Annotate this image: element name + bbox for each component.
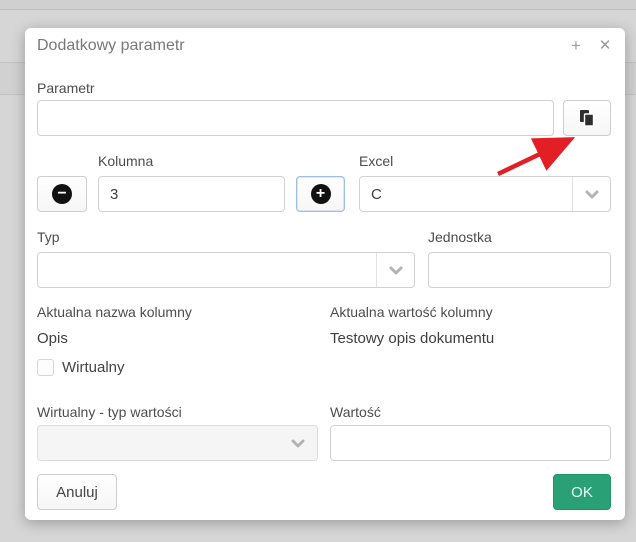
kolumna-label: Kolumna — [98, 153, 153, 169]
plus-circle-icon: + — [311, 184, 331, 204]
wirtualny-typ-dropdown — [37, 425, 318, 461]
parametr-label: Parametr — [37, 80, 95, 96]
cancel-button[interactable]: Anuluj — [37, 474, 117, 510]
aktualna-nazwa-label: Aktualna nazwa kolumny — [37, 304, 192, 320]
wartosc-input[interactable] — [330, 425, 611, 461]
excel-dropdown-value: C — [360, 186, 572, 203]
minus-circle-icon: − — [52, 184, 72, 204]
chevron-down-icon — [376, 253, 414, 287]
typ-label: Typ — [37, 229, 60, 245]
kolumna-increment-button[interactable]: + — [296, 176, 345, 212]
typ-dropdown[interactable] — [37, 252, 415, 288]
dialog-dodatkowy-parametr: Dodatkowy parametr + ✕ Parametr Kolumna … — [25, 28, 625, 520]
excel-dropdown[interactable]: C — [359, 176, 611, 212]
aktualna-wartosc-value: Testowy opis dokumentu — [330, 330, 494, 347]
wirtualny-typ-label: Wirtualny - typ wartości — [37, 404, 182, 420]
close-icon[interactable]: ✕ — [595, 36, 615, 56]
aktualna-nazwa-value: Opis — [37, 330, 68, 347]
background-table-row — [0, 0, 636, 10]
ok-button[interactable]: OK — [553, 474, 611, 510]
copy-button[interactable] — [563, 100, 611, 136]
plus-icon[interactable]: + — [566, 36, 586, 56]
jednostka-input[interactable] — [428, 252, 611, 288]
kolumna-input[interactable] — [98, 176, 285, 212]
excel-label: Excel — [359, 153, 393, 169]
chevron-down-icon — [572, 177, 610, 211]
wirtualny-checkbox[interactable] — [37, 359, 54, 376]
wirtualny-checkbox-label: Wirtualny — [62, 359, 125, 376]
jednostka-label: Jednostka — [428, 229, 492, 245]
dialog-title: Dodatkowy parametr — [37, 37, 185, 55]
kolumna-decrement-button[interactable]: − — [37, 176, 87, 212]
wartosc-label: Wartość — [330, 404, 381, 420]
parametr-input[interactable] — [37, 100, 554, 136]
chevron-down-icon — [279, 426, 317, 460]
copy-icon — [578, 109, 596, 127]
aktualna-wartosc-label: Aktualna wartość kolumny — [330, 304, 493, 320]
